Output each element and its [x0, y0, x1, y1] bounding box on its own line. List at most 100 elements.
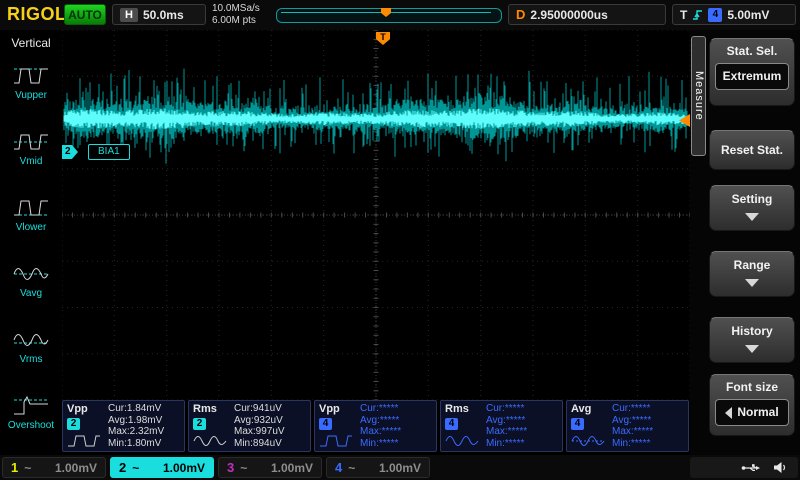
measure-tab[interactable]: Measure — [691, 36, 706, 156]
measurement-cur: Cur:***** — [612, 403, 651, 414]
measurement-panel-rms-ch2: Rms 2 Cur:941uV Avg:932uV Max:997uV Min:… — [188, 400, 311, 452]
range-button[interactable]: Range — [709, 251, 795, 297]
measurement-name: Vpp — [67, 403, 88, 415]
channel-scale: 1.00mV — [54, 460, 97, 475]
channel-3-status[interactable]: 3 ~ 1.00mV — [218, 457, 322, 478]
acquisition-info: 10.0MSa/s 6.00M pts — [212, 3, 260, 27]
waveform-display: T 2 BIA1 — [62, 30, 690, 400]
chevron-left-icon — [725, 406, 733, 419]
chevron-down-icon — [745, 279, 759, 287]
vrms-icon — [13, 334, 49, 346]
history-button[interactable]: History — [709, 317, 795, 363]
timebase-value: 50.0ms — [142, 7, 184, 22]
stat-sel-label: Stat. Sel. — [726, 44, 778, 58]
speaker-icon — [774, 462, 786, 473]
measurement-channel-badge: 2 — [67, 418, 80, 430]
measurement-strip: Vpp 2 Cur:1.84mV Avg:1.98mV Max:2.32mV M… — [62, 400, 690, 452]
measurement-cur: Cur:***** — [486, 403, 525, 414]
measurement-min: Min:894uV — [234, 437, 282, 449]
setting-label: Setting — [731, 192, 773, 206]
setting-button[interactable]: Setting — [709, 185, 795, 231]
sidebar-item-vupper[interactable]: Vupper — [0, 58, 62, 122]
coupling-icon: ~ — [24, 460, 32, 475]
channel-number: 2 — [119, 460, 127, 475]
overshoot-icon — [14, 395, 48, 415]
measurement-channel-badge: 2 — [193, 418, 206, 430]
sidebar-item-label: Vavg — [19, 288, 43, 299]
channel-number: 1 — [11, 460, 19, 475]
sidebar-item-label: Vupper — [15, 90, 47, 101]
vlower-icon — [14, 200, 48, 216]
run-status-auto[interactable]: AUTO — [64, 4, 106, 25]
sidebar-item-label: Overshoot — [7, 420, 55, 431]
font-size-button[interactable]: Font size Normal — [709, 374, 795, 436]
channel2-waveform — [63, 68, 688, 164]
delay-value: 2.95000000us — [530, 7, 608, 22]
memory-position-bar[interactable] — [276, 8, 502, 23]
channel-number: 4 — [335, 460, 343, 475]
signal-label: BIA1 — [88, 144, 130, 160]
measurement-panel-vpp-ch2: Vpp 2 Cur:1.84mV Avg:1.98mV Max:2.32mV M… — [62, 400, 185, 452]
chevron-down-icon — [745, 213, 759, 221]
brand-logo: RIGOL — [7, 4, 67, 24]
stat-sel-value: Extremum — [715, 63, 789, 90]
channel-number: 3 — [227, 460, 235, 475]
sidebar-item-label: Vrms — [19, 354, 43, 365]
measurement-cur: Cur:***** — [360, 403, 399, 414]
measurement-cur: Cur:941uV — [234, 403, 282, 414]
channel-4-status[interactable]: 4 ~ 1.00mV — [326, 457, 430, 478]
oscilloscope-screen: { "brand": "RIGOL", "top_bar": { "status… — [0, 0, 800, 480]
coupling-icon: ~ — [132, 460, 140, 475]
rms-icon — [445, 436, 479, 446]
stat-sel-button[interactable]: Stat. Sel. Extremum — [709, 38, 795, 106]
font-size-value-box: Normal — [715, 399, 789, 426]
measurement-name: Avg — [571, 403, 592, 415]
reset-stat-label: Reset Stat. — [720, 143, 784, 157]
sidebar-item-label: Vmid — [19, 156, 43, 167]
io-status-box — [690, 457, 798, 478]
font-size-label: Font size — [725, 380, 778, 394]
trigger-slope-icon — [693, 10, 703, 20]
measurement-max: Max:***** — [612, 426, 654, 437]
measurement-avg: Avg:***** — [612, 414, 652, 426]
measurement-name: Vpp — [319, 403, 340, 415]
sidebar-title: Vertical — [11, 36, 51, 50]
measurement-panel-rms-ch4: Rms 4 Cur:***** Avg:***** Max:***** Min:… — [440, 400, 563, 452]
measurement-channel-badge: 4 — [571, 418, 584, 430]
delay-badge: D — [516, 7, 526, 22]
rms-icon — [193, 436, 227, 446]
top-status-bar: RIGOL AUTO H 50.0ms 10.0MSa/s 6.00M pts … — [0, 0, 800, 31]
coupling-icon: ~ — [348, 460, 356, 475]
sample-rate: 10.0MSa/s — [212, 3, 260, 14]
sidebar-item-overshoot[interactable]: Overshoot — [0, 388, 62, 452]
h-badge: H — [120, 7, 138, 22]
reset-stat-button[interactable]: Reset Stat. — [709, 130, 795, 170]
measurement-name: Rms — [445, 403, 469, 415]
horizontal-delay: D 2.95000000us — [508, 4, 666, 25]
sidebar-item-vmid[interactable]: Vmid — [0, 124, 62, 188]
measurement-max: Max:***** — [486, 426, 528, 437]
vmid-icon — [14, 134, 48, 150]
measurement-avg: Avg:***** — [360, 414, 400, 426]
chevron-down-icon — [745, 345, 759, 353]
measurement-max: Max:997uV — [234, 426, 285, 437]
menu-panel: Measure Stat. Sel. Extremum Reset Stat. … — [690, 30, 800, 455]
vupper-icon — [14, 68, 48, 84]
sidebar-item-vlower[interactable]: Vlower — [0, 190, 62, 254]
measurement-cur: Cur:1.84mV — [108, 403, 162, 414]
channel-scale: 1.00mV — [270, 460, 313, 475]
vpp-icon — [68, 435, 100, 447]
memory-depth: 6.00M pts — [212, 15, 256, 26]
measurement-channel-badge: 4 — [445, 418, 458, 430]
run-status-label: AUTO — [68, 7, 102, 22]
trigger-level-value: 5.00mV — [727, 7, 770, 22]
measurement-min: Min:***** — [360, 437, 399, 449]
font-size-value: Normal — [737, 405, 779, 419]
history-label: History — [731, 324, 773, 338]
sidebar-item-vavg[interactable]: Vavg — [0, 256, 62, 320]
vavg-icon — [13, 268, 49, 280]
channel-1-status[interactable]: 1 ~ 1.00mV — [2, 457, 106, 478]
sidebar-item-vrms[interactable]: Vrms — [0, 322, 62, 386]
channel-2-status[interactable]: 2 ~ 1.00mV — [110, 457, 214, 478]
measurement-avg: Avg:932uV — [234, 414, 283, 426]
